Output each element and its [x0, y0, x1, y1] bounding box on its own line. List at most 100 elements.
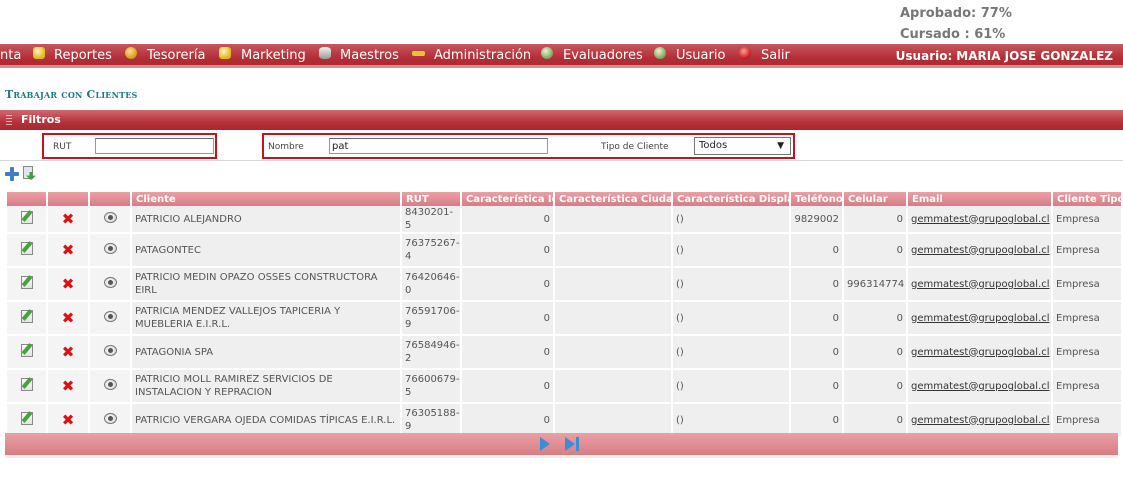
table-header: Cliente RUT Característica Id Caracterís…: [7, 192, 1121, 206]
export-icon[interactable]: [22, 166, 36, 181]
col-car-id[interactable]: Característica Id: [462, 192, 553, 206]
menu-item-reportes[interactable]: Reportes: [54, 47, 112, 65]
menu-item-maestros[interactable]: Maestros: [340, 47, 399, 65]
table-row: ✖ PATAGONTEC 76375267-4 0 () 0 0 gemmate…: [7, 234, 1121, 268]
email-link[interactable]: gemmatest@grupoglobal.cl: [911, 381, 1050, 392]
cell-celular: 0: [844, 206, 906, 234]
view-icon[interactable]: [103, 311, 117, 322]
col-cliente-tipo[interactable]: Cliente Tipo: [1053, 192, 1121, 206]
col-telefono[interactable]: Teléfono: [791, 192, 842, 206]
edit-icon[interactable]: [20, 242, 33, 255]
col-delete: [48, 192, 88, 206]
email-link[interactable]: gemmatest@grupoglobal.cl: [911, 347, 1050, 358]
tipo-cliente-select[interactable]: Todos ▼: [694, 137, 791, 155]
col-car-display[interactable]: Característica Display: [673, 192, 789, 206]
col-view: [90, 192, 130, 206]
cell-cliente: PATAGONTEC: [132, 234, 400, 268]
view-icon[interactable]: [103, 345, 117, 356]
email-link[interactable]: gemmatest@grupoglobal.cl: [911, 313, 1050, 324]
edit-icon[interactable]: [20, 412, 33, 425]
table-row: ✖ PATRICIA MENDEZ VALLEJOS TAPICERIA Y M…: [7, 302, 1121, 336]
cell-car-display: (): [673, 370, 789, 404]
dropdown-caret-icon: ▼: [777, 141, 784, 151]
menu-item-administracion[interactable]: Administración: [434, 47, 531, 65]
col-car-ciudad[interactable]: Característica Ciudad: [555, 192, 671, 206]
coin-icon: [125, 47, 137, 59]
filters-header[interactable]: Filtros: [0, 110, 1123, 130]
main-menu-bar: nta Reportes Tesorería Marketing Maestro…: [0, 44, 1123, 68]
pager-bar: [5, 433, 1118, 455]
email-link[interactable]: gemmatest@grupoglobal.cl: [911, 415, 1050, 426]
table-row: ✖ PATRICIO MOLL RAMIREZ SERVICIOS DE INS…: [7, 370, 1121, 404]
edit-icon[interactable]: [20, 378, 33, 391]
cell-rut: 76420646-0: [402, 268, 460, 302]
menu-item-evaluadores[interactable]: Evaluadores: [563, 47, 643, 65]
cell-car-id: 0: [462, 336, 553, 370]
cell-telefono: 0: [791, 302, 842, 336]
rut-input[interactable]: [95, 138, 214, 154]
cell-telefono: 0: [791, 234, 842, 268]
menu-item-tesoreria[interactable]: Tesorería: [147, 47, 205, 65]
cell-tipo: Empresa: [1053, 234, 1121, 268]
database-icon: [319, 47, 331, 59]
cell-celular: 996314774: [844, 268, 906, 302]
edit-icon[interactable]: [20, 211, 33, 224]
col-celular[interactable]: Celular: [844, 192, 906, 206]
cell-tipo: Empresa: [1053, 302, 1121, 336]
next-page-icon[interactable]: [540, 437, 550, 451]
col-cliente[interactable]: Cliente: [132, 192, 400, 206]
delete-icon[interactable]: ✖: [61, 276, 75, 291]
menu-item-marketing[interactable]: Marketing: [241, 47, 306, 65]
cell-cliente: PATRICIO MOLL RAMIREZ SERVICIOS DE INSTA…: [132, 370, 400, 404]
menu-item-truncated[interactable]: nta: [0, 47, 21, 65]
delete-icon[interactable]: ✖: [61, 242, 75, 257]
table-row: ✖ PATRICIO MEDIN OPAZO OSSES CONSTRUCTOR…: [7, 268, 1121, 302]
cell-cliente: PATAGONIA SPA: [132, 336, 400, 370]
view-icon[interactable]: [103, 277, 117, 288]
cell-car-id: 0: [462, 206, 553, 234]
delete-icon[interactable]: ✖: [61, 211, 75, 226]
cell-car-id: 0: [462, 370, 553, 404]
edit-icon[interactable]: [20, 310, 33, 323]
email-link[interactable]: gemmatest@grupoglobal.cl: [911, 245, 1050, 256]
divider: [0, 160, 1123, 161]
view-icon[interactable]: [103, 379, 117, 390]
email-link[interactable]: gemmatest@grupoglobal.cl: [911, 279, 1050, 290]
cell-car-ciudad: [555, 302, 671, 336]
cell-celular: 0: [844, 370, 906, 404]
cell-tipo: Empresa: [1053, 336, 1121, 370]
delete-icon[interactable]: ✖: [61, 412, 75, 427]
cursado-text: Cursado : 61%: [900, 27, 1006, 42]
delete-icon[interactable]: ✖: [61, 378, 75, 393]
nombre-input[interactable]: [329, 138, 548, 154]
cell-car-display: (): [673, 302, 789, 336]
cell-car-ciudad: [555, 268, 671, 302]
add-client-icon[interactable]: [5, 167, 19, 181]
cell-rut: 76600679-5: [402, 370, 460, 404]
edit-icon[interactable]: [20, 344, 33, 357]
last-page-icon[interactable]: [565, 437, 579, 451]
exit-icon: [739, 47, 751, 59]
cell-rut: 76591706-9: [402, 302, 460, 336]
view-icon[interactable]: [103, 413, 117, 424]
cell-car-display: (): [673, 206, 789, 234]
view-icon[interactable]: [103, 243, 117, 254]
page-title: Trabajar con Clientes: [5, 88, 138, 101]
view-icon[interactable]: [103, 212, 117, 223]
col-rut[interactable]: RUT: [402, 192, 460, 206]
cell-car-display: (): [673, 268, 789, 302]
email-link[interactable]: gemmatest@grupoglobal.cl: [911, 214, 1050, 225]
menu-item-salir[interactable]: Salir: [761, 47, 790, 65]
cell-car-id: 0: [462, 268, 553, 302]
cell-tipo: Empresa: [1053, 370, 1121, 404]
user-gear-icon: [654, 47, 666, 59]
delete-icon[interactable]: ✖: [61, 310, 75, 325]
col-email[interactable]: Email: [908, 192, 1051, 206]
edit-icon[interactable]: [20, 276, 33, 289]
cell-car-id: 0: [462, 234, 553, 268]
delete-icon[interactable]: ✖: [61, 344, 75, 359]
cell-tipo: Empresa: [1053, 268, 1121, 302]
col-edit: [7, 192, 46, 206]
menu-item-usuario[interactable]: Usuario: [676, 47, 725, 65]
cell-car-display: (): [673, 336, 789, 370]
